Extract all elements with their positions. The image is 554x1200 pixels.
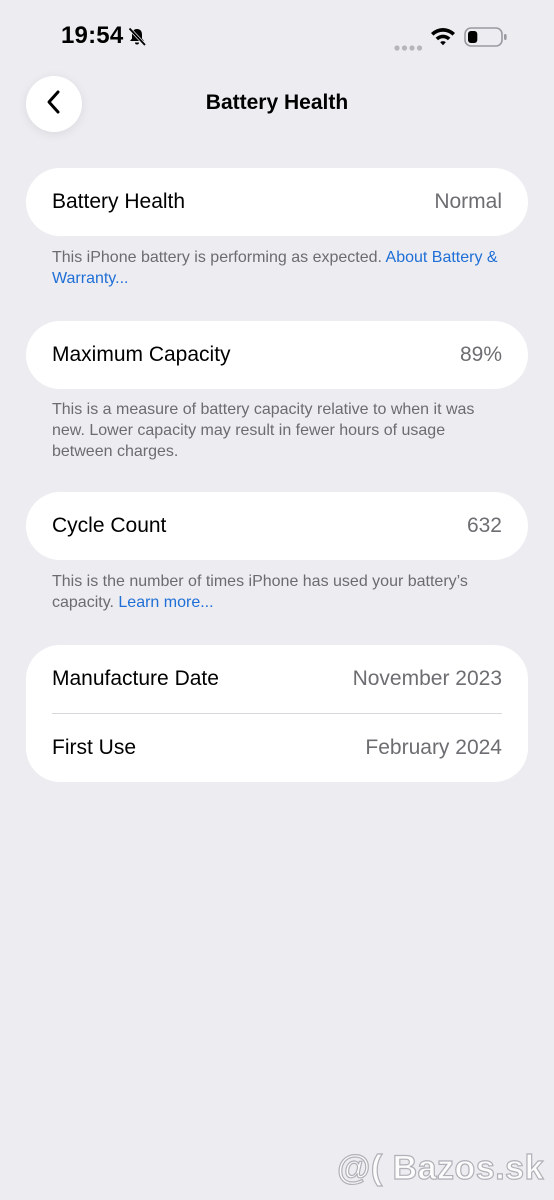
- bazos-watermark: @( Bazos.sk: [337, 1148, 545, 1187]
- maximum-capacity-value: 89%: [459, 343, 502, 366]
- maximum-capacity-footnote: This is a measure of battery capacity re…: [52, 401, 475, 460]
- cycle-count-label: Cycle Count: [52, 514, 167, 537]
- dates-card: Manufacture Date November 2023 First Use…: [26, 645, 528, 782]
- status-time: 19:54: [61, 22, 124, 49]
- manufacture-date-value: November 2023: [352, 667, 502, 690]
- battery-health-row: Battery Health Normal: [26, 168, 528, 236]
- maximum-capacity-row: Maximum Capacity 89%: [26, 321, 528, 389]
- wifi-icon: [430, 26, 456, 46]
- cycle-count-row: Cycle Count 632: [26, 492, 528, 560]
- battery-health-label: Battery Health: [52, 190, 186, 213]
- bell-slash-icon: [127, 27, 147, 47]
- first-use-value: February 2024: [365, 736, 502, 759]
- first-use-row: First Use February 2024: [26, 714, 528, 782]
- battery-health-footnote-text: This iPhone battery is performing as exp…: [52, 249, 382, 266]
- page-title: Battery Health: [205, 91, 349, 114]
- learn-more-link[interactable]: Learn more...: [118, 594, 213, 611]
- battery-health-value: Normal: [434, 190, 502, 213]
- cycle-count-footnote-text: This is the number of times iPhone has u…: [52, 573, 468, 611]
- maximum-capacity-label: Maximum Capacity: [52, 343, 231, 366]
- cycle-count-card: Cycle Count 632: [26, 492, 528, 560]
- cycle-count-value: 632: [466, 514, 502, 537]
- status-bar: 19:54: [0, 0, 554, 76]
- manufacture-date-label: Manufacture Date: [52, 667, 219, 690]
- cycle-count-footnote: This is the number of times iPhone has u…: [52, 571, 502, 613]
- maximum-capacity-card: Maximum Capacity 89%: [26, 321, 528, 389]
- battery-health-card: Battery Health Normal: [26, 168, 528, 236]
- manufacture-date-row: Manufacture Date November 2023: [26, 645, 528, 713]
- signal-icon: [393, 39, 423, 51]
- battery-icon: [464, 26, 508, 48]
- battery-health-footnote: This iPhone battery is performing as exp…: [52, 247, 502, 289]
- first-use-label: First Use: [52, 736, 136, 759]
